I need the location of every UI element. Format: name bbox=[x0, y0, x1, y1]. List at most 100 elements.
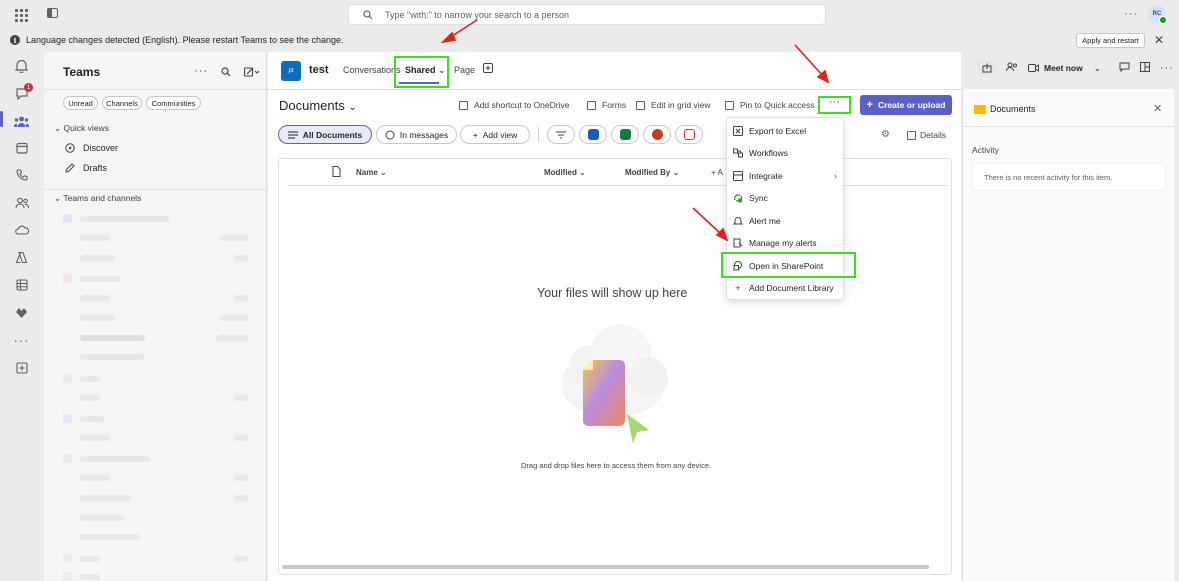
details-icon bbox=[907, 130, 916, 140]
pdf-filter[interactable] bbox=[675, 125, 703, 144]
pin-quick-access-button[interactable]: Pin to Quick access bbox=[725, 100, 815, 110]
list-item[interactable] bbox=[80, 216, 170, 222]
menu-item-workflows[interactable]: Workflows bbox=[733, 144, 839, 161]
share-icon[interactable] bbox=[978, 60, 996, 76]
create-or-upload-button[interactable]: + Create or upload bbox=[860, 95, 952, 115]
team-avatar bbox=[63, 554, 72, 563]
menu-item-add-library[interactable]: + Add Document Library bbox=[733, 279, 839, 296]
filter-channels[interactable]: Channels bbox=[102, 96, 142, 110]
calls-icon[interactable] bbox=[13, 166, 30, 183]
discover-item[interactable]: Discover bbox=[65, 143, 118, 153]
more-options-icon[interactable]: ··· bbox=[194, 65, 208, 80]
chevron-down-icon[interactable]: ⌄ bbox=[1094, 63, 1101, 74]
copilot-icon[interactable] bbox=[13, 249, 30, 266]
avatar[interactable]: RC bbox=[1148, 5, 1167, 24]
chat-bubble-icon[interactable] bbox=[1119, 62, 1130, 74]
search-icon[interactable] bbox=[221, 65, 231, 80]
filter-unread[interactable]: Unread bbox=[63, 96, 98, 110]
drafts-item[interactable]: Drafts bbox=[65, 163, 107, 173]
quick-views-header[interactable]: ⌄ Quick views bbox=[54, 123, 109, 134]
list-item[interactable] bbox=[80, 435, 110, 441]
list-item[interactable] bbox=[80, 255, 115, 261]
add-apps-icon[interactable] bbox=[13, 359, 30, 376]
powerpoint-filter[interactable] bbox=[643, 125, 671, 144]
menu-item-integrate[interactable]: Integrate › bbox=[733, 167, 839, 184]
teams-pane: Teams ··· Unread Channels Communities ⌄ … bbox=[44, 52, 267, 581]
list-item[interactable] bbox=[80, 315, 115, 321]
view-all-documents[interactable]: All Documents bbox=[278, 125, 372, 144]
view-in-messages[interactable]: In messages bbox=[376, 125, 457, 144]
more-apps-icon[interactable]: ··· bbox=[13, 332, 30, 349]
close-notice-icon[interactable]: ✕ bbox=[1154, 33, 1164, 47]
menu-item-manage-alerts[interactable]: Manage my alerts bbox=[733, 234, 839, 251]
horizontal-scrollbar[interactable] bbox=[282, 565, 929, 569]
layout-icon[interactable] bbox=[1139, 62, 1150, 74]
adjust-icon[interactable]: ⚙ bbox=[881, 129, 890, 140]
column-name[interactable]: Name ⌄ bbox=[356, 168, 387, 177]
people-icon[interactable] bbox=[13, 194, 30, 211]
list-item[interactable] bbox=[80, 515, 125, 521]
filter-communities[interactable]: Communities bbox=[146, 96, 201, 110]
forms-button[interactable]: Forms bbox=[587, 100, 626, 110]
more-options-icon[interactable]: ··· bbox=[1160, 62, 1174, 74]
menu-item-label: Workflows bbox=[749, 147, 789, 158]
column-modified-by[interactable]: Modified By ⌄ bbox=[625, 168, 679, 177]
list-item[interactable] bbox=[80, 456, 150, 462]
menu-item-export-excel[interactable]: Export to Excel bbox=[733, 122, 839, 139]
list-item[interactable] bbox=[80, 416, 105, 422]
compose-icon[interactable] bbox=[243, 65, 260, 80]
filter-pill[interactable] bbox=[547, 125, 575, 144]
teams-channels-header[interactable]: ⌄ Teams and channels bbox=[54, 193, 141, 204]
add-view-button[interactable]: + Add view bbox=[460, 125, 530, 144]
column-modified-by-label: Modified By bbox=[625, 168, 671, 177]
menu-item-sync[interactable]: Sync bbox=[733, 189, 839, 206]
apply-and-restart-button[interactable]: Apply and restart bbox=[1076, 33, 1145, 48]
list-item[interactable] bbox=[80, 376, 100, 382]
planner-icon[interactable] bbox=[13, 276, 30, 293]
column-modified[interactable]: Modified ⌄ bbox=[544, 168, 586, 177]
team-avatar bbox=[63, 214, 72, 223]
tab-conversations[interactable]: Conversations bbox=[343, 65, 401, 75]
add-shortcut-button[interactable]: Add shortcut to OneDrive bbox=[459, 100, 569, 110]
details-button[interactable]: Details bbox=[907, 130, 946, 140]
documents-title[interactable]: Documents ⌄ bbox=[279, 98, 357, 113]
search-input[interactable]: Type "with:" to narrow your search to a … bbox=[348, 4, 826, 25]
more-options-icon[interactable]: ··· bbox=[1124, 8, 1138, 20]
list-item[interactable] bbox=[80, 276, 120, 282]
add-column[interactable]: + A bbox=[711, 168, 723, 177]
word-filter[interactable] bbox=[579, 125, 607, 144]
list-item[interactable] bbox=[80, 534, 140, 540]
sidebar-toggle-icon[interactable] bbox=[47, 8, 58, 18]
onedrive-icon[interactable] bbox=[13, 221, 30, 238]
list-item[interactable] bbox=[80, 395, 100, 401]
viva-icon[interactable] bbox=[13, 304, 30, 321]
close-icon[interactable]: ✕ bbox=[1153, 102, 1162, 115]
pin-icon bbox=[725, 100, 734, 110]
menu-item-alert-me[interactable]: Alert me bbox=[733, 212, 839, 229]
calendar-icon[interactable] bbox=[13, 139, 30, 156]
documents-title-label: Documents bbox=[279, 98, 345, 113]
list-item[interactable] bbox=[80, 574, 100, 580]
list-item[interactable] bbox=[80, 475, 110, 481]
empty-state-title: Your files will show up here bbox=[537, 286, 688, 300]
meet-now-button[interactable]: Meet now ⌄ bbox=[1028, 63, 1101, 74]
list-item[interactable] bbox=[80, 235, 110, 241]
app-launcher-icon[interactable] bbox=[13, 7, 29, 23]
list-item[interactable] bbox=[80, 556, 100, 562]
list-item[interactable] bbox=[80, 295, 110, 301]
shortcut-icon bbox=[459, 100, 468, 110]
list-item[interactable] bbox=[80, 495, 130, 501]
teams-icon[interactable] bbox=[13, 113, 30, 130]
excel-filter[interactable] bbox=[611, 125, 639, 144]
list-item bbox=[216, 335, 249, 341]
app-rail: 1 ··· bbox=[0, 52, 44, 581]
edit-grid-view-button[interactable]: Edit in grid view bbox=[636, 100, 711, 110]
tab-page[interactable]: Page bbox=[454, 65, 475, 75]
bell-icon[interactable] bbox=[13, 57, 30, 74]
list-item[interactable] bbox=[80, 354, 145, 360]
list-item[interactable] bbox=[80, 335, 145, 341]
menu-item-label: Integrate bbox=[749, 170, 783, 181]
members-icon[interactable] bbox=[1006, 62, 1018, 75]
create-upload-label: Create or upload bbox=[877, 100, 946, 110]
add-tab-icon[interactable] bbox=[483, 63, 493, 75]
